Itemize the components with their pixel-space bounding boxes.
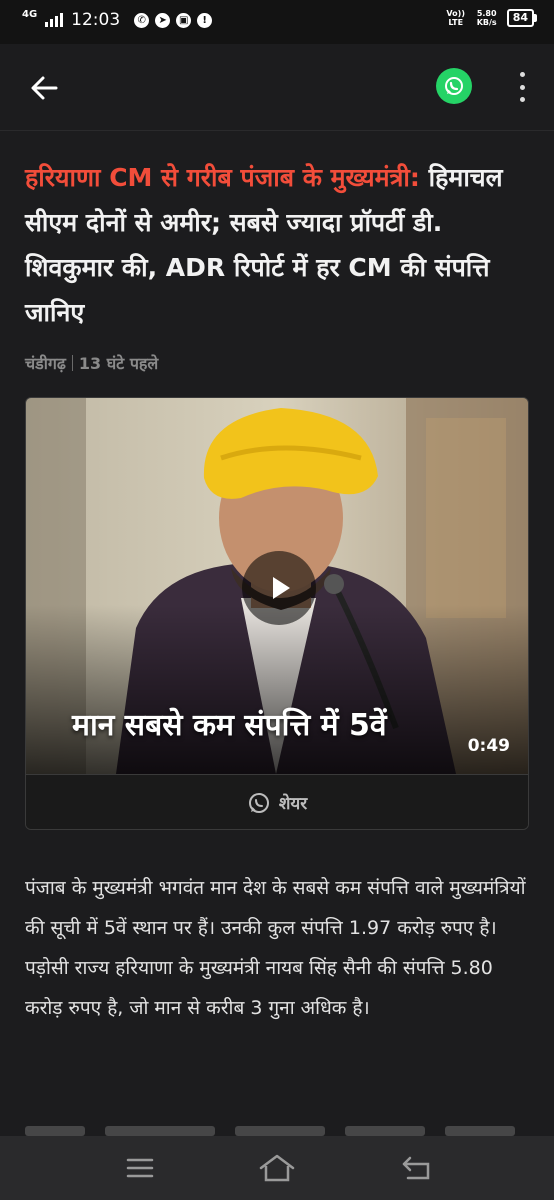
whatsapp-share-button[interactable] [436, 68, 472, 104]
arrow-left-icon[interactable] [26, 70, 62, 106]
article-time: 13 घंटे पहले [78, 354, 159, 373]
play-button[interactable] [242, 551, 316, 625]
network-type: 4G [22, 8, 38, 20]
video-card: मान सबसे कम संपत्ति में 5वें 0:49 शेयर [25, 397, 529, 830]
volte-label: Vo)) LTE [446, 9, 465, 27]
headline-kicker: हरियाणा CM से गरीब पंजाब के मुख्यमंत्री: [25, 163, 420, 192]
article-headline: हरियाणा CM से गरीब पंजाब के मुख्यमंत्री:… [25, 155, 535, 335]
system-nav-bar [0, 1136, 554, 1200]
meta-divider [71, 355, 73, 371]
menu-icon[interactable] [120, 1150, 160, 1186]
status-bar: 4G 12:03 ✆ ➤ ▣ ! Vo)) LTE 5.80 KB/s 84 [0, 0, 554, 44]
battery-level: 84 [512, 11, 528, 24]
clock: 12:03 [71, 10, 121, 30]
whatsapp-icon: ✆ [134, 12, 150, 28]
whatsapp-icon [248, 792, 269, 813]
speed-value: 5.80 [476, 9, 497, 18]
battery-icon: 84 [506, 9, 538, 27]
app-icon: ▣ [176, 12, 192, 28]
signal-icon [45, 13, 64, 27]
article-body: पंजाब के मुख्यमंत्री भगवंत मान देश के सब… [25, 877, 526, 1019]
alert-icon: ! [197, 12, 213, 28]
video-share-button[interactable]: शेयर [26, 774, 528, 829]
speed-unit: KB/s [476, 18, 497, 27]
video-player[interactable]: मान सबसे कम संपत्ति में 5वें 0:49 [26, 398, 528, 774]
whatsapp-icon [445, 77, 463, 95]
app-bar [0, 44, 554, 131]
back-icon[interactable] [396, 1150, 436, 1186]
article-location[interactable]: चंडीगढ़ [25, 352, 66, 374]
play-icon [273, 577, 290, 599]
notification-icons: ✆ ➤ ▣ ! [134, 12, 213, 28]
home-icon[interactable] [257, 1150, 297, 1186]
network-speed: 5.80 KB/s [477, 9, 497, 27]
next-paragraph-fade [25, 1118, 535, 1136]
more-vertical-icon[interactable] [510, 72, 534, 102]
status-right: Vo)) LTE 5.80 KB/s 84 [445, 9, 538, 27]
status-left: 4G 12:03 ✆ ➤ ▣ ! [22, 8, 213, 30]
share-label: शेयर [278, 794, 308, 814]
video-duration: 0:49 [467, 736, 510, 756]
video-caption: मान सबसे कम संपत्ति में 5वें [72, 708, 387, 743]
article-meta: चंडीगढ़ 13 घंटे पहले [25, 352, 158, 374]
telegram-icon: ➤ [155, 12, 171, 28]
